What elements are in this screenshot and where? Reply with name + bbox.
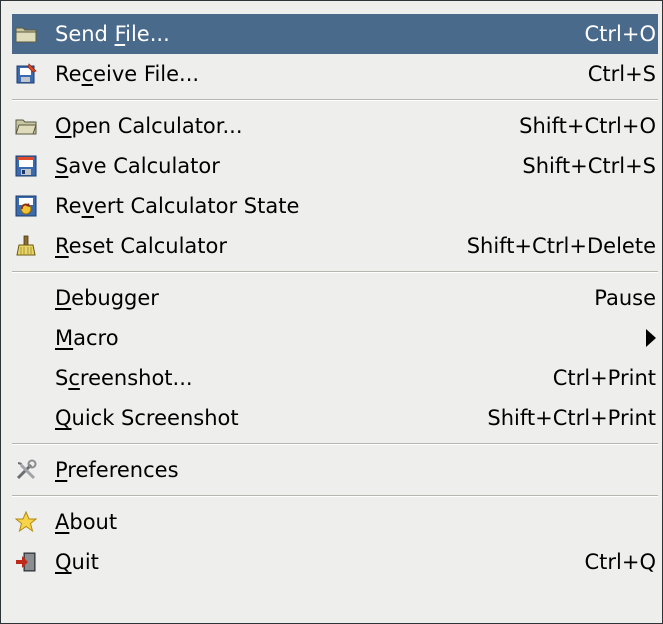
accelerator-open-calculator: Shift+Ctrl+O xyxy=(519,114,656,138)
accelerator-save-calculator: Shift+Ctrl+S xyxy=(522,154,656,178)
broom-icon xyxy=(15,235,37,257)
menu-item-debugger[interactable]: Debugger Pause xyxy=(12,278,658,318)
menu-item-reset-calculator[interactable]: Reset Calculator Shift+Ctrl+Delete xyxy=(12,226,658,266)
accelerator-receive-file: Ctrl+S xyxy=(587,62,656,86)
no-icon-spacer xyxy=(15,407,37,429)
open-folder-icon xyxy=(15,115,37,137)
menu-separator xyxy=(12,94,658,106)
accelerator-reset-calculator: Shift+Ctrl+Delete xyxy=(466,234,656,258)
accelerator-debugger: Pause xyxy=(594,286,656,310)
menu-item-open-calculator[interactable]: Open Calculator... Shift+Ctrl+O xyxy=(12,106,658,146)
menu-item-quick-screenshot[interactable]: Quick Screenshot Shift+Ctrl+Print xyxy=(12,398,658,438)
accelerator-quick-screenshot: Shift+Ctrl+Print xyxy=(487,406,656,430)
folder-icon xyxy=(15,23,37,45)
context-menu: Send File... Ctrl+O Receive File... Ctrl… xyxy=(0,0,663,624)
menu-separator xyxy=(12,438,658,450)
floppy-disk-icon xyxy=(15,155,37,177)
revert-icon xyxy=(15,195,37,217)
no-icon-spacer xyxy=(15,327,37,349)
quit-exit-icon xyxy=(15,551,37,573)
menu-item-revert-calculator-state[interactable]: Revert Calculator State xyxy=(12,186,658,226)
accelerator-quit: Ctrl+Q xyxy=(584,550,657,574)
menu-item-macro[interactable]: Macro xyxy=(12,318,658,358)
submenu-arrow-icon xyxy=(646,329,656,347)
menu-item-about[interactable]: About xyxy=(12,502,658,542)
no-icon-spacer xyxy=(15,287,37,309)
receive-file-icon xyxy=(15,63,37,85)
preferences-tools-icon xyxy=(15,459,37,481)
menu-item-send-file[interactable]: Send File... Ctrl+O xyxy=(12,14,658,54)
menu-item-preferences[interactable]: Preferences xyxy=(12,450,658,490)
menu-item-quit[interactable]: Quit Ctrl+Q xyxy=(12,542,658,582)
menu-item-screenshot[interactable]: Screenshot... Ctrl+Print xyxy=(12,358,658,398)
menu-item-receive-file[interactable]: Receive File... Ctrl+S xyxy=(12,54,658,94)
menu-separator xyxy=(12,266,658,278)
menu-separator xyxy=(12,490,658,502)
no-icon-spacer xyxy=(15,367,37,389)
accelerator-send-file: Ctrl+O xyxy=(584,22,657,46)
accelerator-screenshot: Ctrl+Print xyxy=(552,366,656,390)
star-icon xyxy=(15,511,37,533)
menu-item-save-calculator[interactable]: Save Calculator Shift+Ctrl+S xyxy=(12,146,658,186)
